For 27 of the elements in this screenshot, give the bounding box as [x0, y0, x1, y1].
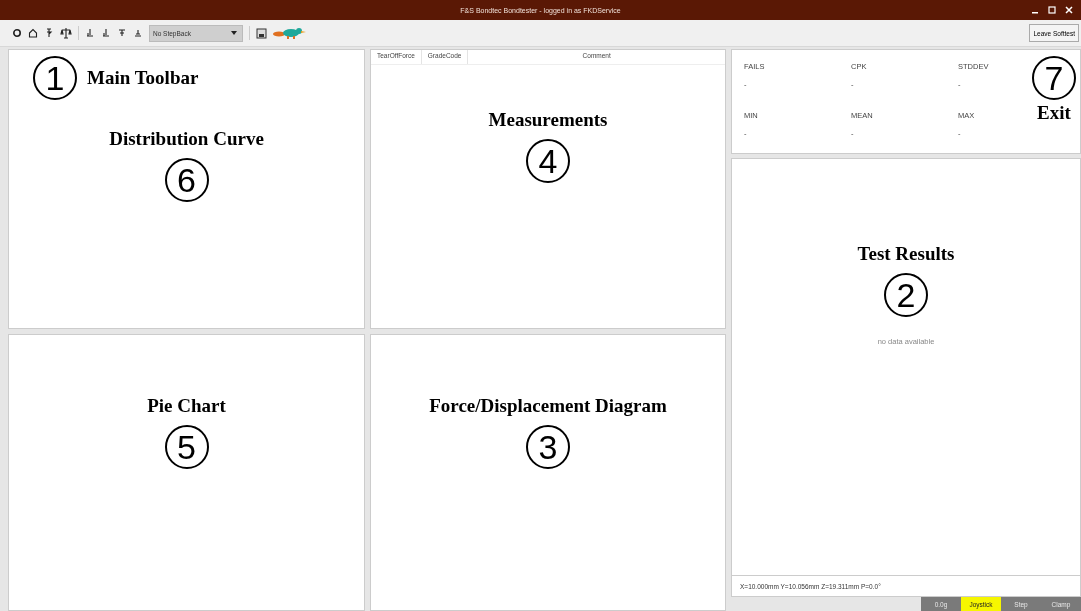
save-icon[interactable]: [256, 27, 267, 39]
annotation-label: Measurements: [488, 109, 608, 131]
annotation-label: Distribution Curve: [109, 128, 264, 150]
axis-icon[interactable]: [117, 28, 127, 38]
circled-number: 2: [884, 273, 928, 317]
annotation-label: Exit: [1037, 102, 1071, 124]
annotation-label: Test Results: [857, 243, 955, 265]
circled-number: 7: [1032, 56, 1076, 100]
circled-number: 5: [164, 425, 209, 469]
scale-icon[interactable]: [60, 27, 72, 39]
circle-icon[interactable]: [12, 28, 22, 38]
caret-icon: [231, 31, 237, 35]
circled-number: 1: [33, 56, 77, 100]
axis-icon[interactable]: [101, 28, 111, 38]
circled-number: 3: [526, 425, 570, 469]
animal-icon: [273, 27, 307, 39]
circled-number: 6: [164, 158, 209, 202]
annotation-label: Pie Chart: [147, 395, 226, 417]
annotation-label: Main Toolbar: [87, 67, 199, 89]
circled-number: 4: [526, 139, 570, 183]
tool-icon[interactable]: [44, 28, 54, 38]
axis-icon[interactable]: [85, 28, 95, 38]
axis-icon[interactable]: [133, 28, 143, 38]
annotation-label: Force/Displacement Diagram: [429, 395, 667, 417]
home-icon[interactable]: [28, 28, 38, 38]
maximize-icon[interactable]: [1048, 6, 1056, 14]
close-icon[interactable]: [1065, 6, 1073, 14]
